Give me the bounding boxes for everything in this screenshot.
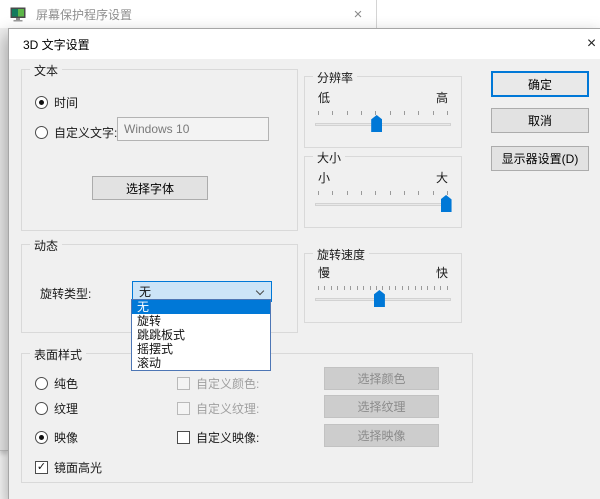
solid-color-radio-label: 纯色 xyxy=(54,375,78,392)
resolution-group-label: 分辨率 xyxy=(313,69,357,86)
resolution-slider-thumb[interactable] xyxy=(371,115,382,132)
rotation-speed-slider[interactable] xyxy=(315,286,451,314)
specular-checkbox-row[interactable]: ✓ 镜面高光 xyxy=(35,460,102,474)
rotation-type-value: 无 xyxy=(139,283,151,300)
size-large-label: 大 xyxy=(436,169,448,186)
resolution-high-label: 高 xyxy=(436,89,448,106)
size-slider-track[interactable] xyxy=(315,203,451,206)
size-slider[interactable] xyxy=(315,191,451,219)
choose-texture-button: 选择纹理 xyxy=(324,395,439,418)
resolution-slider-ticks xyxy=(318,111,448,115)
background-window-edge xyxy=(0,28,8,451)
custom-texture-checkbox xyxy=(177,402,190,415)
texture-radio-row[interactable]: 纹理 xyxy=(35,401,78,415)
size-group: 大小 小 大 xyxy=(304,156,462,228)
reflection-radio-label: 映像 xyxy=(54,429,78,446)
3d-text-settings-dialog: 3D 文字设置 × 文本 时间 自定义文字: 选择字体 分辨率 xyxy=(8,28,600,499)
speed-slow-label: 慢 xyxy=(318,264,330,281)
dialog-title: 3D 文字设置 xyxy=(23,36,90,53)
dialog-body: 文本 时间 自定义文字: 选择字体 分辨率 低 高 xyxy=(9,59,600,499)
text-group-label: 文本 xyxy=(30,62,62,79)
resolution-slider[interactable] xyxy=(315,111,451,139)
screensaver-monitor-icon xyxy=(10,7,26,22)
custom-text-radio[interactable] xyxy=(35,126,48,139)
chevron-down-icon xyxy=(256,287,264,295)
time-radio[interactable] xyxy=(35,96,48,109)
surface-style-group-label: 表面样式 xyxy=(30,346,86,363)
dialog-titlebar: 3D 文字设置 × xyxy=(9,29,600,59)
background-close-icon[interactable]: × xyxy=(344,0,372,28)
texture-radio-label: 纹理 xyxy=(54,400,78,417)
ok-button[interactable]: 确定 xyxy=(491,71,589,97)
resolution-slider-track[interactable] xyxy=(315,123,451,126)
speed-fast-label: 快 xyxy=(436,264,448,281)
background-window-titlebar: 屏幕保护程序设置 × xyxy=(0,0,377,28)
resolution-group: 分辨率 低 高 xyxy=(304,76,462,148)
rotation-type-label: 旋转类型: xyxy=(40,285,91,302)
custom-text-radio-row[interactable]: 自定义文字: xyxy=(35,125,117,139)
motion-group-label: 动态 xyxy=(30,237,62,254)
time-radio-row[interactable]: 时间 xyxy=(35,95,78,109)
choose-reflection-button: 选择映像 xyxy=(324,424,439,447)
size-slider-ticks xyxy=(318,191,448,195)
dropdown-option[interactable]: 跳跳板式 xyxy=(132,328,270,342)
texture-radio[interactable] xyxy=(35,402,48,415)
custom-color-checkbox-label: 自定义颜色: xyxy=(196,375,259,392)
rotation-type-dropdown: 无 旋转 跳跳板式 摇摆式 滚动 xyxy=(131,299,271,371)
custom-reflection-checkbox[interactable] xyxy=(177,431,190,444)
size-small-label: 小 xyxy=(318,169,330,186)
surface-style-group: 表面样式 纯色 纹理 映像 ✓ 镜面高光 xyxy=(21,353,473,483)
dropdown-option[interactable]: 旋转 xyxy=(132,314,270,328)
custom-texture-checkbox-label: 自定义纹理: xyxy=(196,400,259,417)
resolution-low-label: 低 xyxy=(318,89,330,106)
rotation-speed-slider-thumb[interactable] xyxy=(374,290,385,307)
rotation-speed-group-label: 旋转速度 xyxy=(313,246,369,263)
display-settings-button[interactable]: 显示器设置(D) xyxy=(491,146,589,171)
custom-text-radio-label: 自定义文字: xyxy=(54,124,117,141)
choose-font-button[interactable]: 选择字体 xyxy=(92,176,208,200)
custom-color-checkbox xyxy=(177,377,190,390)
choose-color-button: 选择颜色 xyxy=(324,367,439,390)
specular-checkbox-label: 镜面高光 xyxy=(54,459,102,476)
dropdown-option[interactable]: 滚动 xyxy=(132,356,270,370)
custom-color-checkbox-row: 自定义颜色: xyxy=(177,376,259,390)
custom-reflection-checkbox-label: 自定义映像: xyxy=(196,429,259,446)
custom-text-input[interactable] xyxy=(117,117,269,141)
specular-checkbox[interactable]: ✓ xyxy=(35,461,48,474)
custom-texture-checkbox-row: 自定义纹理: xyxy=(177,401,259,415)
solid-color-radio-row[interactable]: 纯色 xyxy=(35,376,78,390)
size-slider-thumb[interactable] xyxy=(441,195,452,212)
dialog-close-icon[interactable]: × xyxy=(577,29,600,59)
screen: 屏幕保护程序设置 × 3D 文字设置 × 文本 时间 自定义文字: 选择字体 xyxy=(0,0,600,499)
background-window-title: 屏幕保护程序设置 xyxy=(36,6,132,23)
time-radio-label: 时间 xyxy=(54,94,78,111)
size-group-label: 大小 xyxy=(313,149,345,166)
custom-reflection-checkbox-row[interactable]: 自定义映像: xyxy=(177,430,259,444)
reflection-radio[interactable] xyxy=(35,431,48,444)
rotation-speed-group: 旋转速度 慢 快 xyxy=(304,253,462,323)
reflection-radio-row[interactable]: 映像 xyxy=(35,430,78,444)
rotation-speed-slider-ticks xyxy=(318,286,448,290)
dropdown-option[interactable]: 摇摆式 xyxy=(132,342,270,356)
dropdown-option[interactable]: 无 xyxy=(132,300,270,314)
solid-color-radio[interactable] xyxy=(35,377,48,390)
cancel-button[interactable]: 取消 xyxy=(491,108,589,133)
text-group: 文本 时间 自定义文字: 选择字体 xyxy=(21,69,298,231)
